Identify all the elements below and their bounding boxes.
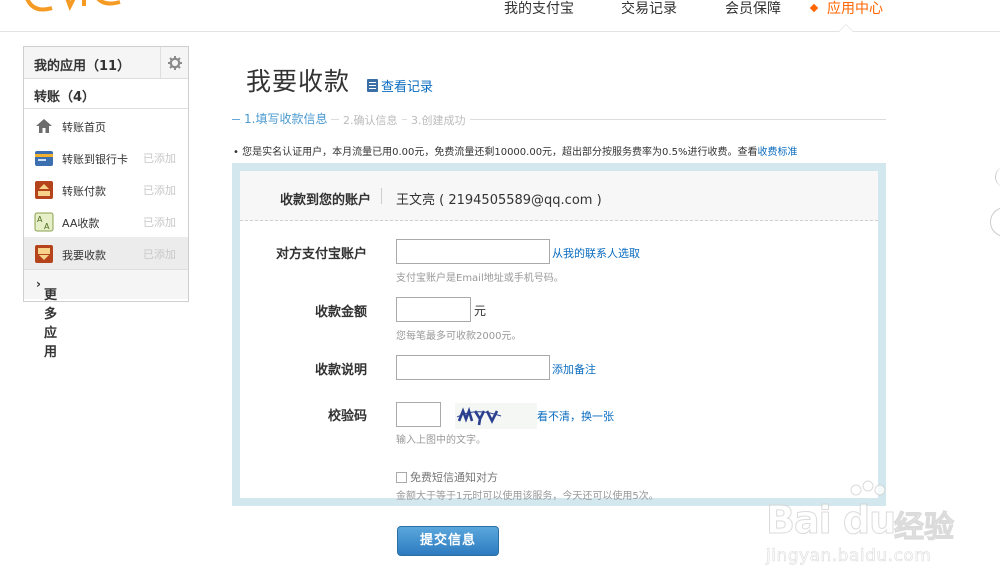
collect-form-panel: 收款到您的账户 王文亮 ( 2194505589@qq.com ) 对方支付宝账…	[232, 163, 886, 506]
sidebar-item-label: 转账到银行卡	[62, 153, 128, 166]
nav-member-protection[interactable]: 会员保障	[725, 0, 781, 32]
select-from-contacts-link[interactable]: 从我的联系人选取	[552, 245, 640, 261]
svg-text:A: A	[37, 215, 43, 224]
nav-transactions[interactable]: 交易记录	[621, 0, 677, 32]
receiving-account-value: 王文亮 ( 2194505589@qq.com )	[396, 193, 602, 208]
sidebar-item-transfer-home[interactable]: 转账首页	[24, 109, 188, 141]
sidebar-item-collect-money[interactable]: 我要收款 已添加	[24, 237, 188, 269]
nav-my-alipay[interactable]: 我的支付宝	[504, 0, 574, 32]
amount-hint: 您每笔最多可收款2000元。	[396, 331, 522, 342]
bank-card-icon	[35, 151, 53, 166]
amount-label: 收款金额	[314, 305, 367, 320]
payer-account-label: 对方支付宝账户	[275, 247, 367, 262]
watermark-brand: Bai du	[765, 498, 896, 543]
sidebar-item-label: 我要收款	[62, 249, 106, 262]
step-1: 1.填写收款信息	[240, 110, 332, 127]
transfer-pay-icon	[35, 181, 53, 199]
captcha-hint: 输入上图中的文字。	[396, 435, 486, 446]
fee-standard-link[interactable]: 收费标准	[757, 147, 797, 158]
payer-account-hint: 支付宝账户是Email地址或手机号码。	[396, 273, 564, 284]
amount-input[interactable]	[396, 297, 471, 322]
fee-notice: • 您是实名认证用户，本月流量已用0.00元，免费流量还剩10000.00元，超…	[233, 147, 798, 158]
home-icon	[36, 119, 52, 133]
gear-icon	[167, 56, 182, 70]
added-status: 已添加	[143, 152, 176, 165]
sidebar-item-transfer-pay[interactable]: 转账付款 已添加	[24, 173, 188, 205]
notice-text: 您是实名认证用户，本月流量已用0.00元，免费流量还剩10000.00元，超出部…	[242, 147, 758, 158]
step-indicator: 1.填写收款信息 2.确认信息 3.创建成功	[232, 110, 886, 130]
view-records-label: 查看记录	[381, 80, 434, 95]
sidebar-item-label: AA收款	[62, 217, 100, 230]
alipay-logo[interactable]	[18, 0, 128, 16]
watermark-url: jingyan.baidu.com	[766, 546, 932, 567]
receiving-account-row: 收款到您的账户 王文亮 ( 2194505589@qq.com )	[240, 171, 878, 221]
added-status: 已添加	[143, 216, 176, 229]
top-nav-bar: 我的支付宝 交易记录 会员保障 应用中心	[0, 0, 1000, 32]
captcha-image[interactable]	[455, 403, 537, 429]
added-status: 已添加	[143, 248, 176, 261]
more-apps-link[interactable]: 更多应用 ›	[24, 269, 188, 360]
amount-unit: 元	[474, 304, 487, 318]
divider	[381, 188, 382, 204]
collect-money-icon	[35, 245, 53, 263]
view-records-link[interactable]: 查看记录	[367, 76, 433, 95]
sms-notify-checkbox[interactable]	[396, 471, 407, 483]
sidebar-item-label: 转账首页	[62, 121, 106, 134]
sidebar-header: 我的应用（11）	[24, 47, 188, 79]
watermark-cn: 经验	[894, 510, 955, 546]
payer-account-input[interactable]	[396, 239, 550, 264]
settings-button[interactable]	[160, 47, 188, 79]
active-tab-caret-icon	[838, 24, 854, 32]
refresh-captcha-link[interactable]: 看不清，换一张	[537, 408, 614, 424]
sidebar-item-aa-collect[interactable]: A A AA收款 已添加	[24, 205, 188, 237]
group-title: 转账（4）	[34, 90, 96, 105]
document-icon	[367, 79, 378, 92]
sms-notify-hint: 金额大于等于1元时可以使用该服务，今天还可以使用5次。	[396, 491, 659, 502]
collect-form: 收款到您的账户 王文亮 ( 2194505589@qq.com ) 对方支付宝账…	[240, 171, 878, 502]
submit-button[interactable]: 提交信息	[397, 526, 499, 556]
memo-input[interactable]	[396, 355, 550, 380]
edge-scroll-hint	[995, 167, 1000, 187]
sidebar-item-bank-card[interactable]: 转账到银行卡 已添加	[24, 141, 188, 173]
step-2: 2.确认信息	[339, 112, 402, 128]
nav-app-center-label: 应用中心	[827, 1, 883, 17]
chevron-right-icon: ›	[36, 277, 41, 291]
added-status: 已添加	[143, 184, 176, 197]
sms-notify-option[interactable]: 免费短信通知对方	[396, 469, 498, 485]
aa-collect-icon: A A	[34, 212, 54, 232]
step-3: 3.创建成功	[407, 112, 470, 128]
receiving-account-label: 收款到您的账户	[280, 193, 372, 208]
floating-widget-icon[interactable]	[990, 207, 1000, 237]
captcha-input[interactable]	[396, 402, 441, 427]
svg-text:A: A	[44, 222, 50, 231]
baidu-jingyan-watermark: Bai du 经验 jingyan.baidu.com	[765, 480, 996, 580]
more-apps-label: 更多应用 ›	[36, 277, 58, 360]
sidebar-item-label: 转账付款	[62, 185, 106, 198]
sms-notify-label: 免费短信通知对方	[410, 471, 498, 484]
memo-label: 收款说明	[314, 363, 367, 378]
step-line-active	[232, 119, 240, 120]
my-apps-title[interactable]: 我的应用（11）	[34, 55, 130, 74]
page-title: 我要收款	[246, 67, 351, 96]
add-memo-link[interactable]: 添加备注	[552, 361, 596, 377]
sidebar: 我的应用（11） 转账（4） 转账首页 转账到银行卡 已添加 转账付款 已添加 …	[23, 46, 189, 360]
sidebar-group-transfer[interactable]: 转账（4）	[24, 79, 188, 109]
active-dot-icon	[809, 3, 819, 13]
captcha-label: 校验码	[327, 409, 367, 424]
